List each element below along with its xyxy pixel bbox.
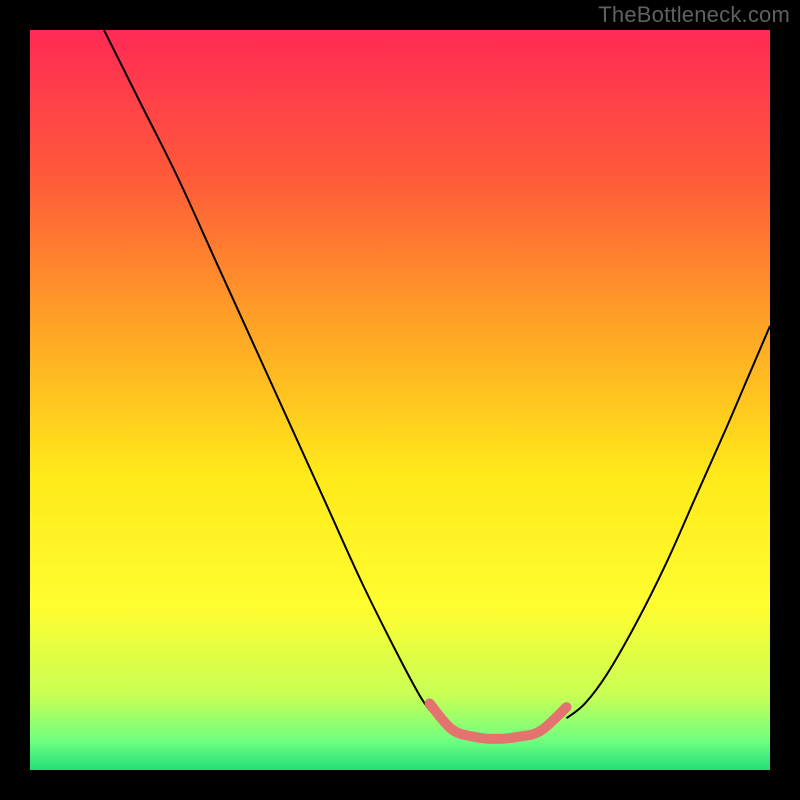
bottleneck-chart	[30, 30, 770, 770]
watermark-text: TheBottleneck.com	[598, 2, 790, 28]
chart-stage: TheBottleneck.com	[0, 0, 800, 800]
